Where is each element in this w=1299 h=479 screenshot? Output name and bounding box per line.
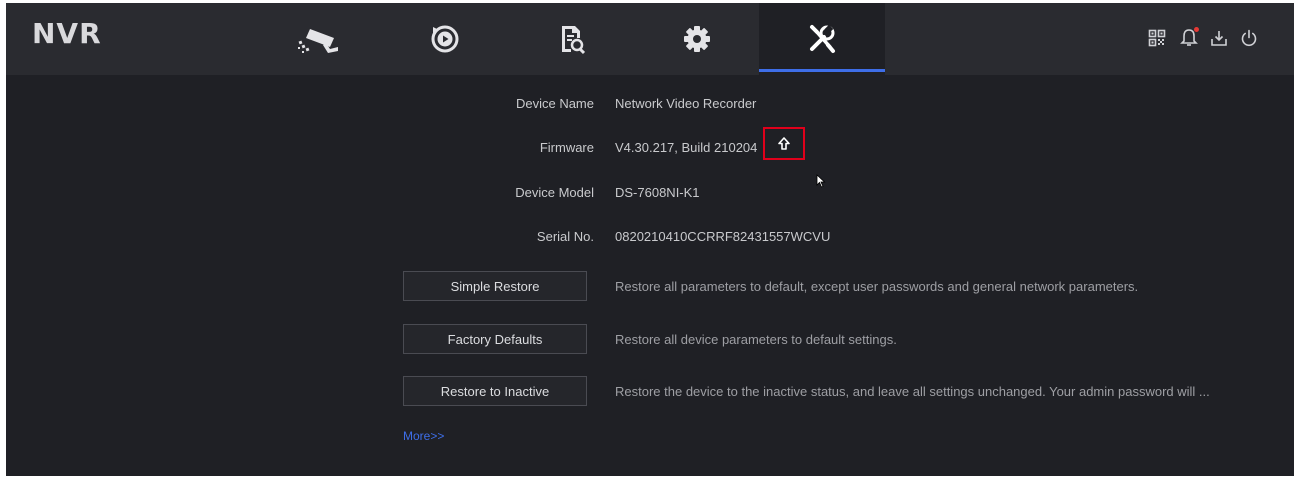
top-navigation-bar: NVR [6, 3, 1294, 75]
nvr-logo: NVR [32, 17, 102, 50]
factory-defaults-button[interactable]: Factory Defaults [403, 324, 587, 354]
simple-restore-description: Restore all parameters to default, excep… [615, 279, 1139, 294]
upload-arrow-icon [778, 137, 790, 150]
device-model-label: Device Model [515, 185, 594, 200]
mouse-pointer-icon [816, 174, 826, 188]
qr-code-button[interactable] [1146, 27, 1168, 49]
simple-restore-button[interactable]: Simple Restore [403, 271, 587, 301]
gear-icon [684, 26, 710, 52]
camera-icon [298, 29, 338, 53]
tab-live-view[interactable] [256, 3, 382, 75]
power-button[interactable] [1238, 27, 1260, 49]
firmware-label: Firmware [539, 140, 594, 155]
more-link[interactable]: More>> [403, 429, 444, 443]
tab-configuration[interactable] [634, 3, 760, 75]
active-tab-indicator [759, 69, 885, 72]
download-icon [1211, 31, 1227, 46]
serial-number-label: Serial No. [536, 229, 594, 244]
qr-code-icon [1148, 29, 1166, 47]
tab-maintenance[interactable] [759, 3, 885, 75]
download-button[interactable] [1208, 27, 1230, 49]
wrench-screwdriver-icon [810, 24, 835, 53]
alert-indicator [1194, 27, 1199, 32]
restore-to-inactive-button[interactable]: Restore to Inactive [403, 376, 587, 406]
factory-defaults-description: Restore all device parameters to default… [615, 332, 897, 347]
tab-search[interactable] [508, 3, 634, 75]
device-name-label: Device Name [515, 96, 594, 111]
nvr-screen: NVR Device Name Network Video Recorder F… [6, 3, 1294, 476]
device-model-value: DS-7608NI-K1 [615, 185, 700, 200]
notifications-button[interactable] [1178, 27, 1200, 49]
playback-icon [431, 25, 459, 53]
restore-to-inactive-description: Restore the device to the inactive statu… [615, 384, 1210, 399]
firmware-upgrade-button[interactable] [763, 127, 805, 160]
firmware-value: V4.30.217, Build 210204 [615, 140, 758, 155]
device-name-value: Network Video Recorder [615, 96, 757, 111]
file-search-icon [562, 26, 585, 55]
power-icon [1241, 29, 1257, 47]
tab-playback[interactable] [382, 3, 508, 75]
serial-number-value: 0820210410CCRRF82431557WCVU [615, 229, 831, 244]
